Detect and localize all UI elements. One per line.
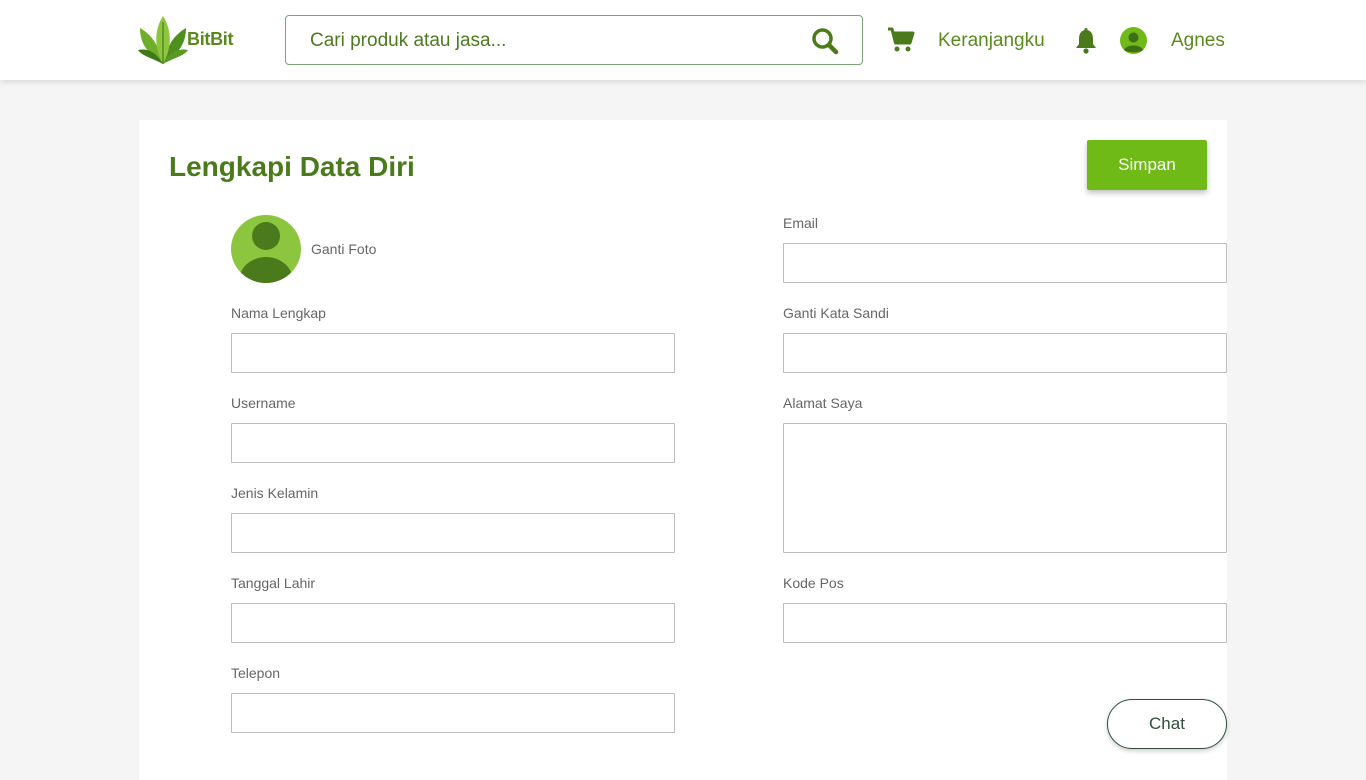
search-bar bbox=[285, 15, 863, 65]
logo-leaf-icon bbox=[138, 16, 188, 64]
search-input[interactable] bbox=[310, 29, 790, 53]
profile-photo[interactable] bbox=[231, 215, 301, 283]
brand-logo[interactable]: BitBit bbox=[138, 14, 248, 66]
postal-code-field[interactable] bbox=[783, 603, 1227, 643]
user-avatar-icon[interactable] bbox=[1120, 27, 1147, 54]
full-name-label: Nama Lengkap bbox=[231, 305, 326, 321]
profile-card: Lengkapi Data Diri Simpan Ganti Foto Nam… bbox=[139, 120, 1227, 780]
address-label: Alamat Saya bbox=[783, 395, 863, 411]
address-textarea[interactable] bbox=[783, 423, 1227, 553]
postal-code-label: Kode Pos bbox=[783, 575, 844, 591]
bell-icon[interactable] bbox=[1074, 28, 1098, 54]
brand-name: BitBit bbox=[187, 29, 234, 49]
birth-date-field[interactable] bbox=[231, 603, 675, 643]
full-name-field[interactable] bbox=[231, 333, 675, 373]
change-photo-link[interactable]: Ganti Foto bbox=[311, 241, 376, 257]
change-password-label: Ganti Kata Sandi bbox=[783, 305, 889, 321]
gender-label: Jenis Kelamin bbox=[231, 485, 319, 501]
cart-link[interactable]: Keranjangku bbox=[938, 30, 1045, 52]
email-field[interactable] bbox=[783, 243, 1227, 283]
page-title: Lengkapi Data Diri bbox=[169, 151, 415, 182]
username-field[interactable] bbox=[231, 423, 675, 463]
email-label: Email bbox=[783, 215, 819, 231]
username-label: Username bbox=[231, 395, 296, 411]
change-password-field[interactable] bbox=[783, 333, 1227, 373]
search-icon[interactable] bbox=[811, 27, 839, 55]
phone-field[interactable] bbox=[231, 693, 675, 733]
save-button[interactable]: Simpan bbox=[1087, 140, 1207, 190]
phone-label: Telepon bbox=[231, 665, 281, 681]
top-navbar: BitBit Keranjangku Agnes bbox=[0, 0, 1366, 80]
birth-date-label: Tanggal Lahir bbox=[231, 575, 316, 591]
chat-button[interactable]: Chat bbox=[1107, 699, 1227, 749]
cart-icon[interactable] bbox=[887, 27, 915, 53]
gender-field[interactable] bbox=[231, 513, 675, 553]
user-name-link[interactable]: Agnes bbox=[1171, 30, 1225, 52]
